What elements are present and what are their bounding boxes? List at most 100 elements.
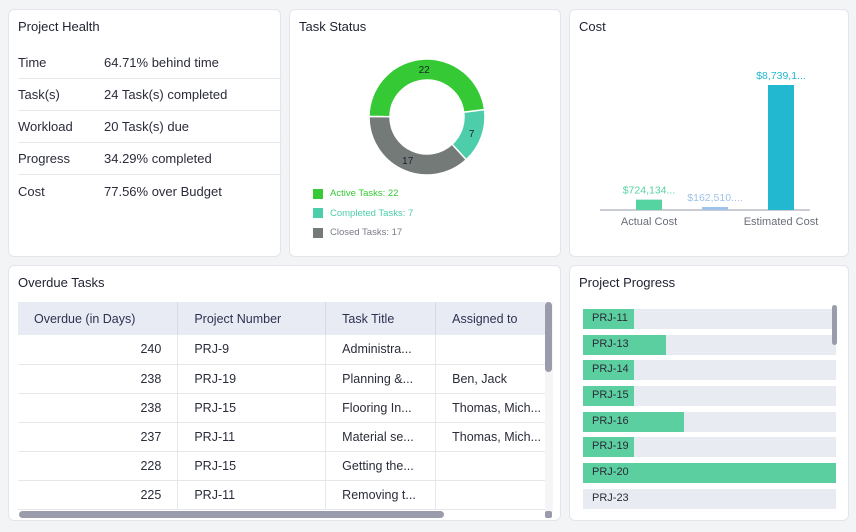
legend-item-closed[interactable]: Closed Tasks: 17 <box>313 223 413 243</box>
progress-row[interactable]: PRJ-20 <box>583 463 836 484</box>
table-row[interactable]: 238 PRJ-19 Planning &... Ben, Jack <box>18 364 545 394</box>
progress-label: PRJ-14 <box>592 363 629 376</box>
project-health-card: Project Health Time 64.71% behind time T… <box>8 9 281 257</box>
legend-item-completed[interactable]: Completed Tasks: 7 <box>313 204 413 224</box>
project-progress-card: Project Progress PRJ-11 PRJ-13 PRJ-14 PR… <box>569 265 849 521</box>
cell-assigned-to: Thomas, Mich... <box>435 393 545 423</box>
progress-row[interactable]: PRJ-16 <box>583 411 836 432</box>
table-row[interactable]: 237 PRJ-11 Material se... Thomas, Mich..… <box>18 422 545 452</box>
donut-slice-2[interactable] <box>368 115 468 176</box>
progress-row[interactable]: PRJ-15 <box>583 386 836 407</box>
progress-label: PRJ-15 <box>592 389 629 402</box>
cell-project-number: PRJ-11 <box>177 422 327 452</box>
health-row-workload: Workload 20 Task(s) due <box>18 111 281 143</box>
legend-swatch <box>313 188 323 199</box>
health-row-progress: Progress 34.29% completed <box>18 143 281 175</box>
table-row[interactable]: 228 PRJ-15 Getting the... <box>18 451 545 481</box>
progress-label: PRJ-16 <box>592 414 629 427</box>
cell-project-number: PRJ-11 <box>177 480 327 510</box>
legend-item-active[interactable]: Active Tasks: 22 <box>313 184 413 204</box>
donut-slice-label: 22 <box>419 65 431 76</box>
column-header-task-title[interactable]: Task Title <box>325 302 437 335</box>
cost-bar-chart: $724,134... $162,510.... $8,739,1... Actual… <box>600 70 818 228</box>
health-label: Cost <box>18 183 45 199</box>
column-header-overdue[interactable]: Overdue (in Days) <box>18 302 179 335</box>
health-label: Workload <box>18 119 73 134</box>
task-status-legend: Active Tasks: 22 Completed Tasks: 7 Clos… <box>313 184 413 243</box>
horizontal-scrollbar-thumb[interactable] <box>19 511 444 518</box>
table-header-row: Overdue (in Days) Project Number Task Ti… <box>18 302 545 335</box>
vertical-scrollbar-thumb[interactable] <box>545 302 552 372</box>
progress-label: PRJ-19 <box>592 440 629 453</box>
health-value: 34.29% completed <box>104 151 212 166</box>
cell-task-title: Flooring In... <box>325 393 437 423</box>
progress-scrollbar-thumb[interactable] <box>832 305 837 345</box>
cost-bar-label: $724,134... <box>623 185 676 197</box>
overdue-table: Overdue (in Days) Project Number Task Ti… <box>18 302 545 510</box>
project-health-title: Project Health <box>18 19 100 34</box>
progress-row[interactable]: PRJ-13 <box>583 334 836 355</box>
cell-overdue-days: 237 <box>18 422 179 452</box>
progress-row[interactable]: PRJ-23 <box>583 488 836 509</box>
cell-task-title: Getting the... <box>325 451 437 481</box>
donut-slice-label: 17 <box>402 156 414 167</box>
cell-overdue-days: 228 <box>18 451 179 481</box>
cell-assigned-to: Thomas, Mich... <box>435 422 545 452</box>
task-status-donut-chart: 22 7 17 <box>368 58 486 176</box>
cost-bar-2[interactable] <box>768 85 794 210</box>
cell-task-title: Administra... <box>325 335 437 365</box>
cell-assigned-to <box>435 335 545 365</box>
cell-assigned-to <box>435 480 545 510</box>
task-status-card: Task Status 22 7 17 Active Tasks: 22 Compl… <box>289 9 561 257</box>
health-row-time: Time 64.71% behind time <box>18 47 281 79</box>
cost-card: Cost $724,134... $162,510.... $8,739,1... A… <box>569 9 849 257</box>
cell-overdue-days: 225 <box>18 480 179 510</box>
legend-swatch <box>313 208 323 219</box>
legend-label: Active Tasks: 22 <box>330 188 399 200</box>
legend-label: Completed Tasks: 7 <box>330 207 414 219</box>
scrollbar-corner <box>545 511 552 518</box>
progress-label: PRJ-20 <box>592 466 629 479</box>
cell-task-title: Material se... <box>325 422 437 452</box>
task-status-title: Task Status <box>299 19 367 34</box>
health-value: 20 Task(s) due <box>104 119 190 134</box>
health-row-tasks: Task(s) 24 Task(s) completed <box>18 79 281 111</box>
column-header-project-number[interactable]: Project Number <box>177 302 327 335</box>
health-list: Time 64.71% behind time Task(s) 24 Task(… <box>18 47 281 207</box>
cell-project-number: PRJ-9 <box>177 335 327 365</box>
cost-category-label: Actual Cost <box>621 216 677 228</box>
donut-slice-label: 7 <box>469 129 475 140</box>
cost-bar-1[interactable] <box>702 207 728 210</box>
progress-row[interactable]: PRJ-19 <box>583 437 836 458</box>
column-header-assigned-to[interactable]: Assigned to <box>435 302 545 335</box>
table-row[interactable]: 225 PRJ-11 Removing t... <box>18 480 545 510</box>
progress-label: PRJ-23 <box>592 491 629 504</box>
cost-bar-label: $162,510.... <box>687 192 742 204</box>
table-row[interactable]: 238 PRJ-15 Flooring In... Thomas, Mich..… <box>18 393 545 423</box>
table-row[interactable]: 240 PRJ-9 Administra... <box>18 335 545 365</box>
cell-project-number: PRJ-15 <box>177 393 327 423</box>
progress-row[interactable]: PRJ-11 <box>583 309 836 329</box>
health-row-cost: Cost 77.56% over Budget <box>18 175 281 207</box>
progress-label: PRJ-11 <box>592 312 628 324</box>
cell-overdue-days: 238 <box>18 364 179 394</box>
health-label: Task(s) <box>18 87 60 102</box>
progress-list[interactable]: PRJ-11 PRJ-13 PRJ-14 PRJ-15 PRJ-16 PRJ-1… <box>583 309 836 515</box>
overdue-table-container[interactable]: Overdue (in Days) Project Number Task Ti… <box>18 302 545 511</box>
health-value: 77.56% over Budget <box>104 183 222 199</box>
health-label: Time <box>18 55 47 70</box>
cost-bar-label: $8,739,1... <box>756 70 806 82</box>
health-value: 24 Task(s) completed <box>104 87 228 102</box>
cell-project-number: PRJ-15 <box>177 451 327 481</box>
health-label: Progress <box>18 151 71 166</box>
overdue-tasks-card: Overdue Tasks Overdue (in Days) Project … <box>8 265 561 521</box>
cell-assigned-to <box>435 451 545 481</box>
cost-bar-0[interactable] <box>636 199 662 210</box>
health-value: 64.71% behind time <box>104 55 219 70</box>
cell-project-number: PRJ-19 <box>177 364 327 394</box>
cell-task-title: Removing t... <box>325 480 437 510</box>
progress-row[interactable]: PRJ-14 <box>583 360 836 381</box>
project-progress-title: Project Progress <box>579 275 676 290</box>
legend-swatch <box>313 227 323 238</box>
overdue-tasks-title: Overdue Tasks <box>18 275 105 290</box>
